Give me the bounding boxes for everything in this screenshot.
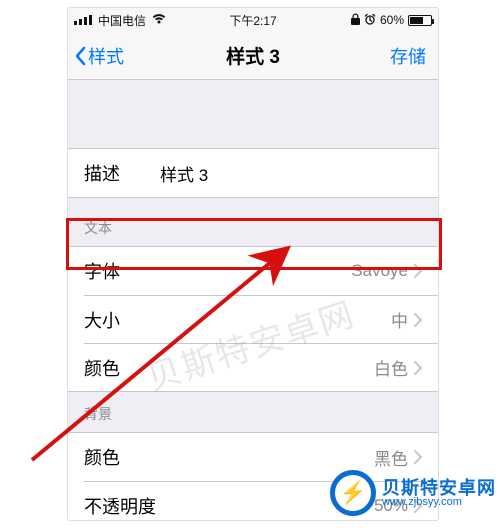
chevron-right-icon bbox=[414, 499, 422, 513]
font-value: Savoye bbox=[351, 261, 408, 281]
size-row[interactable]: 大小 中 bbox=[84, 295, 438, 343]
opacity-value: 50% bbox=[374, 496, 408, 516]
chevron-right-icon bbox=[414, 361, 422, 375]
chevron-right-icon bbox=[414, 313, 422, 327]
back-button[interactable]: 样式 bbox=[74, 32, 124, 79]
back-label: 样式 bbox=[88, 43, 124, 69]
background-group: 颜色 黑色 不透明度 50% bbox=[68, 432, 438, 520]
signal-icon bbox=[74, 15, 92, 25]
chevron-left-icon bbox=[74, 46, 86, 66]
bg-color-label: 颜色 bbox=[84, 444, 120, 470]
navigation-bar: 样式 样式 3 存储 bbox=[68, 32, 438, 80]
bg-color-row[interactable]: 颜色 黑色 bbox=[68, 433, 438, 481]
battery-icon bbox=[408, 15, 432, 26]
battery-percent: 60% bbox=[380, 13, 404, 27]
size-value: 中 bbox=[391, 307, 408, 332]
status-bar: 中国电信 下午2:17 60% bbox=[68, 8, 438, 32]
font-label: 字体 bbox=[84, 258, 120, 284]
description-value: 样式 3 bbox=[160, 161, 208, 186]
section-header-text: 文本 bbox=[68, 198, 438, 246]
text-group: 字体 Savoye 大小 中 颜色 白色 bbox=[68, 246, 438, 392]
description-group: 描述 样式 3 bbox=[68, 148, 438, 198]
page-title: 样式 3 bbox=[226, 42, 280, 69]
chevron-right-icon bbox=[414, 264, 422, 278]
font-row[interactable]: 字体 Savoye bbox=[68, 247, 438, 295]
text-color-row[interactable]: 颜色 白色 bbox=[84, 343, 438, 391]
size-label: 大小 bbox=[84, 307, 120, 333]
chevron-right-icon bbox=[414, 450, 422, 464]
bg-color-value: 黑色 bbox=[374, 445, 408, 470]
alarm-icon bbox=[364, 13, 376, 28]
section-header-background: 背景 bbox=[68, 392, 438, 432]
opacity-label: 不透明度 bbox=[84, 493, 156, 519]
wifi-icon bbox=[152, 13, 166, 27]
opacity-row[interactable]: 不透明度 50% bbox=[84, 481, 438, 520]
lock-icon bbox=[351, 13, 360, 28]
description-row[interactable]: 描述 样式 3 bbox=[68, 149, 438, 197]
phone-frame: 中国电信 下午2:17 60% 样式 样式 3 存储 描述 bbox=[68, 8, 438, 520]
description-label: 描述 bbox=[84, 160, 120, 186]
text-color-value: 白色 bbox=[374, 355, 408, 380]
carrier-label: 中国电信 bbox=[98, 12, 146, 29]
text-color-label: 颜色 bbox=[84, 355, 120, 381]
save-button[interactable]: 存储 bbox=[390, 43, 426, 69]
